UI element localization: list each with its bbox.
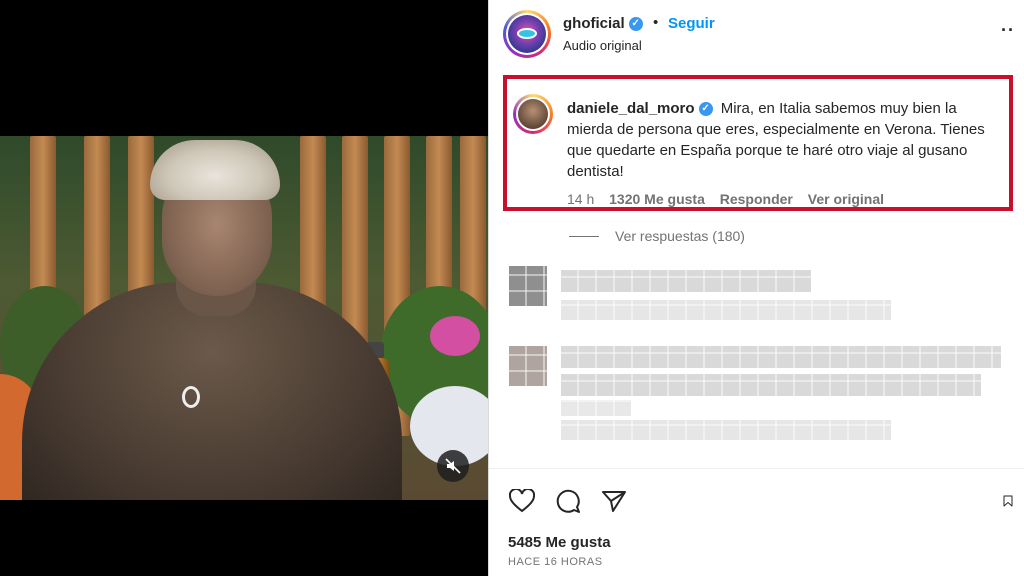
redacted-comment-line (561, 374, 981, 396)
highlighted-comment: daniele_dal_moro ✓ Mira, en Italia sabemo… (503, 75, 1013, 211)
comment-button[interactable] (553, 486, 583, 516)
commenter-username[interactable]: daniele_dal_moro ✓ (567, 100, 713, 117)
heart-icon (509, 489, 535, 513)
view-replies-label: Ver respuestas (180) (615, 228, 745, 244)
commenter-photo (516, 97, 550, 131)
commenter-avatar[interactable] (513, 94, 553, 134)
redacted-comment-line (561, 346, 1001, 368)
share-button[interactable] (599, 486, 629, 516)
bookmark-icon (1003, 495, 1013, 507)
audio-label[interactable]: Audio original (563, 38, 642, 53)
video-player[interactable] (0, 136, 488, 500)
reply-button[interactable]: Responder (720, 191, 793, 207)
comment-likes[interactable]: 1320 Me gusta (609, 191, 705, 207)
paper-plane-icon (602, 491, 626, 512)
redacted-comment-line (561, 300, 891, 320)
post-header: ghoficial ✓ • Seguir Audio original ·· (489, 0, 1024, 72)
redacted-comment-line (561, 270, 811, 292)
post-timestamp[interactable]: HACE 16 HORAS (508, 556, 603, 568)
person-hair (150, 140, 280, 200)
reply-line-divider (569, 235, 599, 237)
verified-badge-icon: ✓ (698, 102, 713, 117)
gh-logo-icon (508, 15, 546, 53)
divider (489, 468, 1024, 469)
redacted-avatar (509, 266, 547, 306)
view-replies-button[interactable]: Ver respuestas (180) (569, 228, 745, 244)
necklace-pendant (182, 386, 200, 408)
post-panel: ghoficial ✓ • Seguir Audio original ·· da… (488, 0, 1024, 576)
redacted-avatar (509, 346, 547, 386)
mute-button[interactable] (437, 450, 469, 482)
comment-meta: 14 h 1320 Me gusta Responder Ver origina… (567, 191, 895, 207)
post-likes[interactable]: 5485 Me gusta (508, 534, 611, 551)
comment-body: daniele_dal_moro ✓ Mira, en Italia sabemo… (567, 98, 997, 182)
redacted-comment-line (561, 420, 891, 440)
comment-age[interactable]: 14 h (567, 191, 594, 207)
save-button[interactable] (1003, 486, 1013, 516)
see-original-button[interactable]: Ver original (808, 191, 884, 207)
action-bar (503, 486, 1013, 516)
separator-dot: • (653, 14, 659, 31)
speaker-muted-icon (445, 458, 461, 474)
follow-button[interactable]: Seguir (668, 15, 715, 32)
video-pane (0, 0, 488, 576)
username-text: ghoficial (563, 15, 625, 32)
like-button[interactable] (507, 486, 537, 516)
background-flowers (430, 316, 480, 356)
redacted-comment-line (561, 400, 631, 416)
comment-bubble-icon (556, 489, 580, 513)
account-username[interactable]: ghoficial ✓ (563, 15, 643, 32)
verified-badge-icon: ✓ (628, 17, 643, 32)
account-avatar[interactable] (503, 10, 551, 58)
eye-logo-icon (517, 28, 537, 39)
more-options-icon[interactable]: ·· (1001, 20, 1015, 41)
